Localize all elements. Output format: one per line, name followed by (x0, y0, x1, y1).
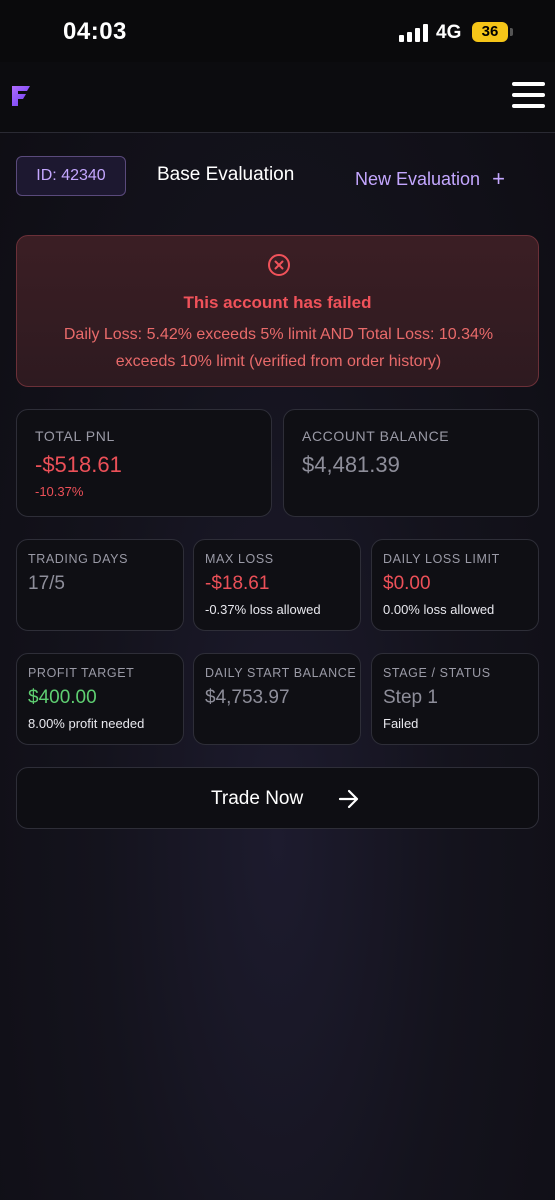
account-balance-card: ACCOUNT BALANCE $4,481.39 (283, 409, 539, 517)
plus-icon: + (492, 166, 505, 191)
stage-status-card: STAGE / STATUS Step 1 Failed (371, 653, 539, 745)
app-header (0, 62, 555, 133)
stage-value: Step 1 (383, 687, 438, 708)
battery-tip (510, 28, 513, 36)
profit-target-value: $400.00 (28, 687, 97, 708)
account-balance-value: $4,481.39 (302, 452, 400, 477)
network-type: 4G (436, 22, 462, 43)
arrow-right-icon (338, 789, 359, 809)
max-loss-label: MAX LOSS (205, 552, 274, 566)
new-evaluation-label: New Evaluation (355, 169, 481, 189)
max-loss-allowed: -0.37% loss allowed (205, 602, 321, 617)
account-balance-label: ACCOUNT BALANCE (302, 428, 450, 444)
status-bar: 04:03 4G 36 (0, 0, 555, 62)
daily-start-balance-card: DAILY START BALANCE $4,753.97 (193, 653, 361, 745)
daily-start-balance-value: $4,753.97 (205, 687, 290, 708)
f-logo-icon[interactable] (10, 84, 32, 108)
signal-icon (399, 24, 429, 42)
account-id-badge: ID: 42340 (16, 156, 126, 196)
stage-status-label: STAGE / STATUS (383, 666, 491, 680)
battery-icon: 36 (472, 22, 508, 42)
hamburger-menu-icon[interactable] (512, 82, 546, 110)
trading-days-label: TRADING DAYS (28, 552, 129, 566)
daily-loss-limit-allowed: 0.00% loss allowed (383, 602, 495, 617)
total-pnl-label: TOTAL PNL (35, 428, 115, 444)
daily-loss-limit-card: DAILY LOSS LIMIT $0.00 0.00% loss allowe… (371, 539, 539, 631)
x-circle-icon (268, 254, 290, 276)
profit-target-needed: 8.00% profit needed (28, 716, 145, 731)
trade-now-label: Trade Now (211, 788, 304, 809)
alert-title: This account has failed (183, 293, 372, 312)
new-evaluation-button[interactable]: New Evaluation + (355, 166, 505, 192)
clock: 04:03 (63, 18, 127, 45)
trading-days-value: 17/5 (28, 573, 65, 594)
profit-target-label: PROFIT TARGET (28, 666, 135, 680)
profit-target-card: PROFIT TARGET $400.00 8.00% profit neede… (16, 653, 184, 745)
max-loss-card: MAX LOSS -$18.61 -0.37% loss allowed (193, 539, 361, 631)
total-pnl-percent: -10.37% (35, 484, 84, 499)
trade-now-button[interactable]: Trade Now (16, 767, 539, 829)
status-value: Failed (383, 716, 419, 731)
alert-message: Daily Loss: 5.42% exceeds 5% limit AND T… (63, 326, 494, 370)
account-failed-alert: This account has failed Daily Loss: 5.42… (16, 235, 539, 387)
daily-loss-limit-label: DAILY LOSS LIMIT (383, 552, 500, 566)
trading-days-card: TRADING DAYS 17/5 (16, 539, 184, 631)
max-loss-value: -$18.61 (205, 573, 270, 594)
total-pnl-value: -$518.61 (35, 452, 122, 477)
evaluation-title: Base Evaluation (157, 164, 295, 185)
daily-start-balance-label: DAILY START BALANCE (205, 666, 357, 680)
daily-loss-limit-value: $0.00 (383, 573, 431, 594)
total-pnl-card: TOTAL PNL -$518.61 -10.37% (16, 409, 272, 517)
